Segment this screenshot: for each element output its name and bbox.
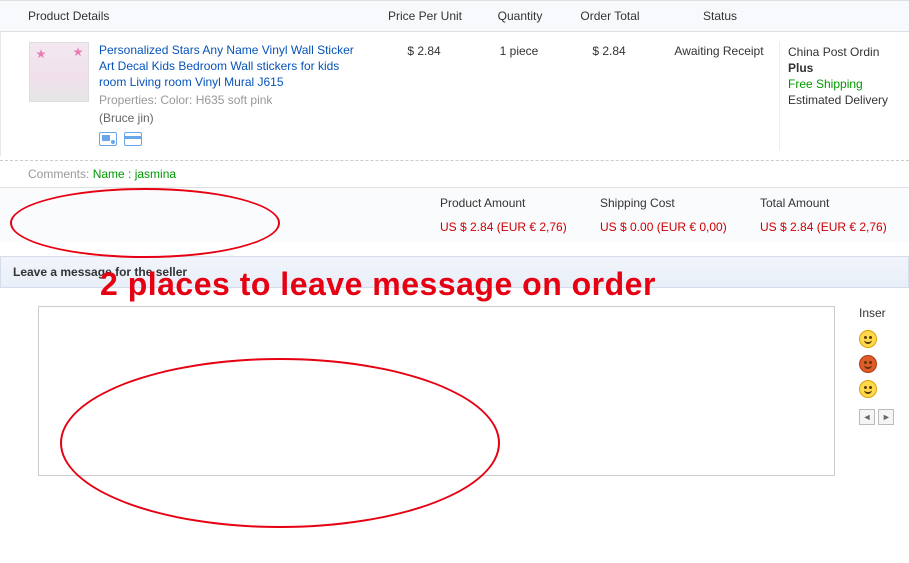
- header-price: Price Per Unit: [370, 9, 480, 23]
- row-price: $ 2.84: [369, 42, 479, 150]
- emoji-wink-icon[interactable]: [859, 380, 877, 398]
- product-seller: (Bruce jin): [99, 110, 369, 126]
- emoji-pager: ◄ ►: [859, 409, 909, 425]
- shipping-free: Free Shipping: [788, 76, 909, 92]
- totals-product: Product Amount US $ 2.84 (EUR € 2,76): [420, 196, 580, 234]
- payment-icon[interactable]: [124, 132, 142, 146]
- table-header: Product Details Price Per Unit Quantity …: [0, 1, 909, 32]
- product-amount-value: US $ 2.84 (EUR € 2,76): [440, 220, 580, 234]
- total-amount-label: Total Amount: [760, 196, 900, 210]
- totals-bar: Product Amount US $ 2.84 (EUR € 2,76) Sh…: [0, 187, 909, 242]
- emoji-prev-button[interactable]: ◄: [859, 409, 875, 425]
- product-title-link[interactable]: Personalized Stars Any Name Vinyl Wall S…: [99, 43, 354, 89]
- table-row: Personalized Stars Any Name Vinyl Wall S…: [0, 32, 909, 156]
- emoji-panel: Inser ◄ ►: [859, 306, 909, 476]
- product-thumbnail[interactable]: [29, 42, 89, 102]
- shipping-method-line2: Plus: [788, 60, 909, 76]
- header-status: Status: [660, 9, 780, 23]
- product-properties: Properties: Color: H635 soft pink: [99, 92, 369, 108]
- header-quantity: Quantity: [480, 9, 560, 23]
- message-area: Inser ◄ ►: [0, 306, 909, 476]
- comments-label: Comments:: [28, 167, 89, 181]
- row-shipping: China Post Ordin Plus Free Shipping Esti…: [779, 42, 909, 150]
- product-amount-label: Product Amount: [440, 196, 580, 210]
- comments-row: Comments: Name : jasmina: [0, 160, 909, 187]
- product-icons: [99, 132, 369, 150]
- emoji-smile-icon[interactable]: [859, 330, 877, 348]
- row-quantity: 1 piece: [479, 42, 559, 150]
- seller-message-input[interactable]: [38, 306, 835, 476]
- shipping-icon[interactable]: [99, 132, 117, 146]
- emoji-next-button[interactable]: ►: [878, 409, 894, 425]
- header-order-total: Order Total: [560, 9, 660, 23]
- header-product-details: Product Details: [0, 9, 370, 23]
- totals-total: Total Amount US $ 2.84 (EUR € 2,76): [740, 196, 900, 234]
- emoji-panel-title: Inser: [859, 306, 909, 320]
- row-status: Awaiting Receipt: [659, 42, 779, 150]
- emoji-laugh-icon[interactable]: [859, 355, 877, 373]
- product-info: Personalized Stars Any Name Vinyl Wall S…: [99, 42, 369, 150]
- comments-value: Name : jasmina: [93, 167, 176, 181]
- leave-message-header: Leave a message for the seller: [0, 256, 909, 288]
- order-table: Product Details Price Per Unit Quantity …: [0, 0, 909, 242]
- shipping-cost-label: Shipping Cost: [600, 196, 740, 210]
- row-order-total: $ 2.84: [559, 42, 659, 150]
- shipping-estimated: Estimated Delivery: [788, 92, 909, 108]
- totals-shipping: Shipping Cost US $ 0.00 (EUR € 0,00): [580, 196, 740, 234]
- shipping-method-line1: China Post Ordin: [788, 44, 909, 60]
- shipping-cost-value: US $ 0.00 (EUR € 0,00): [600, 220, 740, 234]
- total-amount-value: US $ 2.84 (EUR € 2,76): [760, 220, 900, 234]
